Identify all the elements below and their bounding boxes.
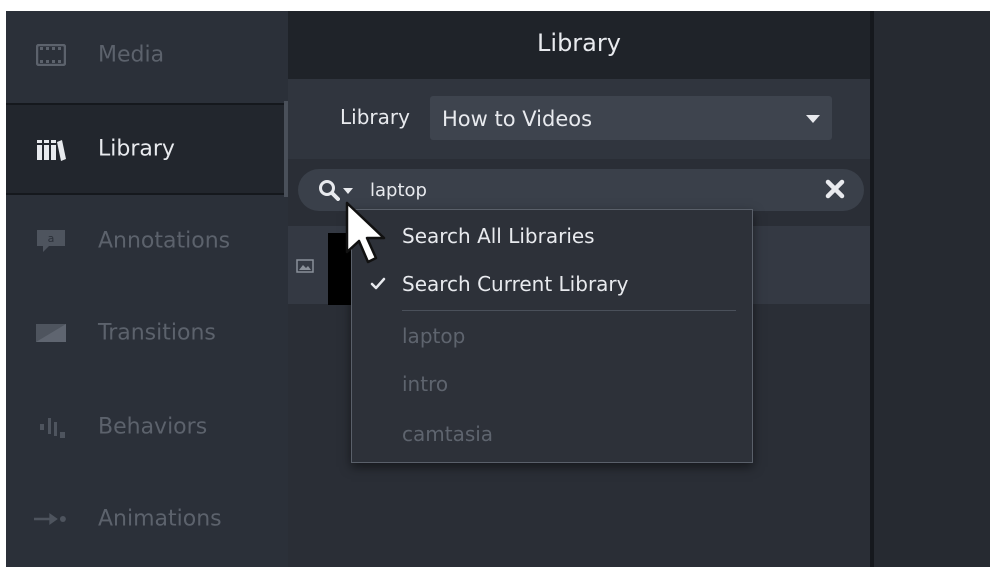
close-icon[interactable] (824, 178, 846, 200)
image-icon (296, 258, 314, 273)
sidebar-item-label: Animations (98, 506, 222, 532)
menu-divider (402, 310, 736, 311)
menu-item-label: Search Current Library (402, 272, 629, 296)
menu-item-label: Search All Libraries (402, 224, 595, 248)
mouse-cursor-icon (344, 200, 390, 270)
menu-item-search-all-libraries[interactable]: Search All Libraries (352, 214, 752, 258)
speech-bubble-icon: a (34, 229, 68, 253)
sidebar-item-label: Behaviors (98, 414, 208, 440)
sidebar-item-annotations[interactable]: a Annotations (6, 197, 286, 285)
library-selector-row: Library How to Videos (288, 79, 870, 159)
sidebar-item-label: Media (98, 42, 165, 68)
library-select-value: How to Videos (442, 107, 593, 131)
search-query: laptop (370, 180, 427, 201)
recent-search-label: camtasia (402, 422, 494, 446)
recent-search-label: laptop (402, 324, 466, 348)
search-options-menu: Search All Libraries Search Current Libr… (351, 209, 753, 463)
library-select[interactable]: How to Videos (430, 96, 832, 140)
menu-item-search-current-library[interactable]: Search Current Library (352, 262, 752, 306)
sidebar-item-label: Annotations (98, 228, 231, 254)
sidebar-item-behaviors[interactable]: Behaviors (6, 383, 286, 471)
page-title: Library (537, 29, 621, 57)
sidebar-item-library[interactable]: Library (6, 103, 286, 195)
panel-header: Library (288, 11, 870, 79)
recent-search-item[interactable]: intro (352, 362, 752, 406)
film-icon (34, 43, 68, 67)
recent-search-item[interactable]: camtasia (352, 412, 752, 456)
recent-search-label: intro (402, 372, 449, 396)
canvas-area (874, 11, 990, 567)
sidebar-item-animations[interactable]: Animations (6, 475, 286, 563)
search-icon[interactable] (318, 179, 340, 201)
sidebar-item-label: Library (98, 136, 175, 162)
library-label: Library (340, 105, 410, 129)
checkmark-icon (370, 276, 386, 292)
recent-search-item[interactable]: laptop (352, 314, 752, 358)
behaviors-icon (34, 415, 68, 439)
svg-text:a: a (48, 232, 55, 245)
search-options-caret-icon[interactable] (343, 188, 353, 194)
animation-arrow-icon (34, 507, 68, 531)
transition-icon (34, 321, 68, 345)
sidebar-item-media[interactable]: Media (6, 11, 286, 99)
sidebar: Media Library a Annotations Transitions (6, 11, 288, 567)
sidebar-item-transitions[interactable]: Transitions (6, 289, 286, 377)
books-icon (34, 137, 68, 161)
sidebar-item-label: Transitions (98, 320, 216, 346)
chevron-down-icon (806, 115, 820, 123)
